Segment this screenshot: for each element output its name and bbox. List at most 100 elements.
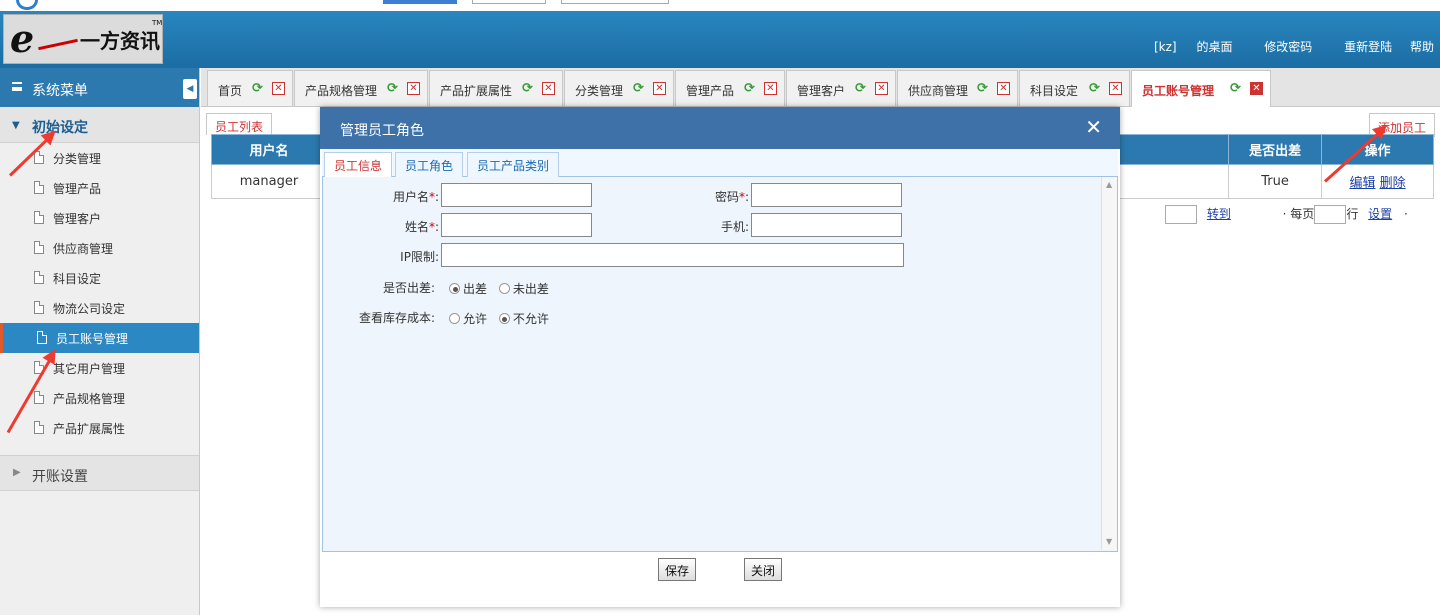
menu-icon: [12, 82, 22, 91]
collapse-sidebar-icon[interactable]: ◀: [183, 79, 197, 99]
radio-allow[interactable]: 允许: [449, 312, 487, 326]
tab-employee-role[interactable]: 员工角色: [395, 152, 464, 177]
tab-customer[interactable]: 管理客户 ⟳ ✕: [786, 70, 896, 106]
save-button[interactable]: 保存: [658, 558, 697, 581]
tab-label: 管理产品: [686, 84, 735, 98]
refresh-icon[interactable]: ⟳: [252, 82, 266, 96]
close-tab-icon[interactable]: ✕: [764, 82, 777, 95]
mobile-field[interactable]: [751, 213, 902, 237]
sidebar: 系统菜单 ◀ ▼ 初始设定 分类管理 管理产品 管理客户 供应商管理 科目设定 物流公司设…: [0, 68, 200, 615]
tab-label: 供应商管理: [908, 84, 969, 98]
radio-travel[interactable]: 出差: [449, 282, 487, 296]
refresh-icon[interactable]: ⟳: [522, 82, 536, 96]
close-button[interactable]: 关闭: [744, 558, 783, 581]
close-tab-icon[interactable]: ✕: [542, 82, 555, 95]
close-tab-icon[interactable]: ✕: [653, 82, 666, 95]
close-tab-icon[interactable]: ✕: [272, 82, 285, 95]
sidebar-item-other-user[interactable]: 其它用户管理: [0, 353, 199, 383]
ip-limit-field[interactable]: [441, 243, 904, 267]
refresh-icon[interactable]: ⟳: [855, 82, 869, 96]
close-tab-icon[interactable]: ✕: [875, 82, 888, 95]
refresh-icon[interactable]: ⟳: [633, 82, 647, 96]
close-tab-icon[interactable]: ✕: [407, 82, 420, 95]
sidebar-item-employee-account[interactable]: 员工账号管理: [0, 323, 199, 353]
tab-supplier[interactable]: 供应商管理 ⟳ ✕: [897, 70, 1018, 106]
scroll-down-icon[interactable]: ▼: [1106, 537, 1112, 546]
dialog-title: 管理员工角色: [340, 123, 424, 139]
username-field[interactable]: [441, 183, 592, 207]
sidebar-item-logistics[interactable]: 物流公司设定: [0, 293, 199, 323]
sidebar-item-label: 科目设定: [53, 272, 102, 286]
scroll-up-icon[interactable]: ▲: [1106, 180, 1112, 189]
column-header-username: 用户名: [211, 134, 327, 165]
settings-link[interactable]: 设置: [1368, 207, 1392, 221]
tab-account-subject[interactable]: 科目设定 ⟳ ✕: [1019, 70, 1130, 106]
document-icon: [34, 211, 44, 224]
logo-letter: e: [10, 16, 35, 61]
sidebar-item-product[interactable]: 管理产品: [0, 173, 199, 203]
dialog-body: 用户名*: 密码*: 姓名*: 手机: IP限制: 是否出差: 出差 未出差 查…: [322, 177, 1118, 552]
change-password-link[interactable]: 修改密码: [1264, 40, 1312, 54]
goto-link[interactable]: 转到: [1207, 207, 1231, 221]
dialog-header: 管理员工角色 ✕: [320, 107, 1120, 149]
cell-travel: True: [1228, 164, 1323, 199]
password-field[interactable]: [751, 183, 902, 207]
sidebar-group-initial-settings[interactable]: ▼ 初始设定: [0, 107, 199, 143]
document-icon: [34, 271, 44, 284]
desktop-link[interactable]: 的桌面: [1196, 40, 1232, 54]
tab-label: 产品规格管理: [305, 84, 378, 98]
sidebar-item-product-spec[interactable]: 产品规格管理: [0, 383, 199, 413]
password-label: 密码*:: [714, 190, 749, 204]
browser-tab[interactable]: [472, 0, 546, 4]
close-tab-icon[interactable]: ✕: [1109, 82, 1122, 95]
refresh-icon[interactable]: ⟳: [1089, 82, 1103, 96]
dialog-scrollbar[interactable]: ▲ ▼: [1101, 177, 1117, 550]
help-link[interactable]: 帮助: [1410, 40, 1434, 54]
sidebar-item-label: 员工账号管理: [56, 332, 129, 346]
delete-link[interactable]: 删除: [1380, 176, 1406, 191]
sidebar-item-supplier[interactable]: 供应商管理: [0, 233, 199, 263]
sidebar-item-customer[interactable]: 管理客户: [0, 203, 199, 233]
tab-label: 科目设定: [1030, 84, 1079, 98]
refresh-icon[interactable]: ⟳: [387, 82, 401, 96]
edit-link[interactable]: 编辑: [1349, 176, 1375, 191]
tab-employee-list[interactable]: 员工列表: [206, 113, 273, 135]
per-page-input[interactable]: [1314, 205, 1347, 224]
top-nav: [kz] 的桌面 修改密码 重新登陆 帮助: [1154, 38, 1434, 55]
refresh-icon[interactable]: ⟳: [977, 82, 991, 96]
sidebar-item-label: 供应商管理: [53, 242, 114, 256]
sidebar-group-opening-settings[interactable]: ▶ 开账设置: [0, 455, 199, 491]
refresh-icon[interactable]: ⟳: [744, 82, 758, 96]
tab-category[interactable]: 分类管理 ⟳ ✕: [564, 70, 674, 106]
tab-home[interactable]: 首页 ⟳ ✕: [207, 70, 293, 106]
travel-label: 是否出差:: [382, 281, 435, 295]
tab-product-spec[interactable]: 产品规格管理 ⟳ ✕: [294, 70, 428, 106]
logo-tm: TM: [152, 19, 163, 27]
refresh-icon[interactable]: ⟳: [1230, 82, 1244, 96]
browser-tab[interactable]: [561, 0, 669, 4]
sidebar-item-product-attr[interactable]: 产品扩展属性: [0, 413, 199, 443]
document-icon: [34, 241, 44, 254]
tab-product-attr[interactable]: 产品扩展属性 ⟳ ✕: [429, 70, 563, 106]
relogin-link[interactable]: 重新登陆: [1344, 40, 1392, 54]
close-tab-icon[interactable]: ✕: [1250, 82, 1263, 95]
close-tab-icon[interactable]: ✕: [997, 82, 1010, 95]
radio-not-travel[interactable]: 未出差: [498, 282, 549, 296]
tab-employee-account[interactable]: 员工账号管理 ⟳ ✕: [1131, 70, 1271, 107]
tab-employee-product-category[interactable]: 员工产品类别: [467, 152, 560, 177]
column-header-travel: 是否出差: [1228, 134, 1323, 165]
tab-product[interactable]: 管理产品 ⟳ ✕: [675, 70, 785, 106]
name-field[interactable]: [441, 213, 592, 237]
sidebar-header: 系统菜单 ◀: [0, 68, 199, 107]
cell-username: manager: [211, 164, 327, 199]
sidebar-item-label: 物流公司设定: [53, 302, 126, 316]
radio-disallow[interactable]: 不允许: [498, 312, 549, 326]
browser-tab[interactable]: [383, 0, 457, 4]
tab-employee-info[interactable]: 员工信息: [324, 152, 393, 178]
sidebar-item-account-subject[interactable]: 科目设定: [0, 263, 199, 293]
per-page-suffix: 行: [1346, 207, 1359, 221]
radio-icon: [498, 313, 510, 324]
goto-page-input[interactable]: [1165, 205, 1197, 224]
logo-swoosh: [38, 38, 78, 51]
close-icon[interactable]: ✕: [1085, 117, 1102, 137]
